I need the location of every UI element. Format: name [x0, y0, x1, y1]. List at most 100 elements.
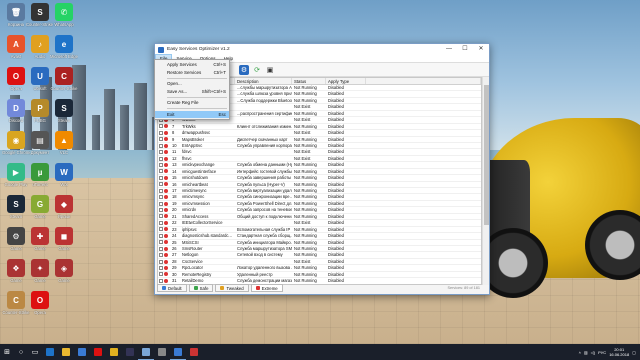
row-checkbox[interactable] — [158, 130, 170, 135]
refresh-icon[interactable]: ⟳ — [252, 65, 262, 75]
desktop-icon[interactable]: ✆ WhatsApp — [50, 3, 78, 27]
minimize-button[interactable]: — — [441, 44, 457, 55]
row-checkbox[interactable] — [158, 207, 170, 213]
checkbox[interactable] — [159, 195, 163, 200]
row-checkbox[interactable] — [158, 246, 170, 251]
row-checkbox[interactable] — [158, 265, 170, 270]
checkbox[interactable] — [159, 175, 163, 180]
tab-tweaked[interactable]: Tweaked — [215, 284, 249, 292]
checkbox[interactable] — [159, 130, 163, 135]
row-checkbox[interactable] — [158, 188, 170, 193]
checkbox[interactable] — [159, 201, 163, 206]
menu-item-create-reg-file[interactable]: Create Reg File — [155, 99, 229, 107]
row-checkbox[interactable] — [158, 169, 170, 174]
apply-icon[interactable]: ⚙ — [239, 64, 249, 75]
checkbox[interactable] — [159, 182, 163, 187]
menu-item-open[interactable]: Open... — [155, 80, 229, 88]
row-checkbox[interactable] — [158, 252, 170, 258]
tab-safe[interactable]: Safe — [188, 284, 214, 292]
taskbar-app-app[interactable] — [170, 344, 186, 360]
checkbox[interactable] — [159, 278, 163, 283]
row-checkbox[interactable] — [158, 278, 170, 283]
checkbox[interactable] — [159, 246, 163, 251]
taskbar-app-app[interactable] — [154, 344, 170, 360]
checkbox[interactable] — [159, 265, 163, 270]
row-checkbox[interactable] — [158, 233, 170, 238]
row-checkbox[interactable] — [158, 214, 170, 219]
checkbox[interactable] — [159, 272, 163, 277]
row-checkbox[interactable] — [158, 194, 170, 200]
desktop-icon[interactable]: ◈ Game — [50, 259, 78, 283]
row-checkbox[interactable] — [158, 259, 170, 264]
task-view-button[interactable]: ▭ — [28, 344, 42, 360]
menu-item-apply-services[interactable]: Apply Services Ctrl+S — [155, 61, 229, 69]
column-header-description[interactable]: Description — [235, 78, 292, 84]
checkbox[interactable] — [159, 233, 163, 238]
taskbar-app-explorer[interactable] — [58, 344, 74, 360]
checkbox[interactable] — [159, 188, 163, 193]
checkbox[interactable] — [159, 253, 163, 258]
taskbar-app-chrome[interactable] — [106, 344, 122, 360]
row-checkbox[interactable] — [158, 137, 170, 142]
scrollbar-thumb[interactable] — [484, 85, 489, 225]
checkbox[interactable] — [159, 162, 163, 167]
checkbox[interactable] — [159, 227, 163, 232]
vertical-scrollbar[interactable] — [482, 77, 489, 285]
desktop-icon[interactable]: O Opera — [26, 291, 54, 315]
checkbox[interactable] — [159, 143, 163, 148]
row-checkbox[interactable] — [158, 201, 170, 206]
desktop-icon[interactable]: ▲ VLC — [50, 131, 78, 155]
menu-item-save-as[interactable]: Save As... Shift+Ctrl+S — [155, 88, 229, 96]
network-icon[interactable]: ▥ — [584, 350, 588, 355]
taskbar-app-edge[interactable] — [42, 344, 58, 360]
checkbox[interactable] — [159, 137, 163, 142]
menu-item-restore-services[interactable]: Restore Services Ctrl+T — [155, 69, 229, 77]
save-icon[interactable]: ▣ — [265, 65, 275, 75]
checkbox[interactable] — [159, 208, 163, 213]
taskbar-app-app[interactable] — [186, 344, 202, 360]
tab-extreme[interactable]: Extreme — [250, 284, 283, 292]
row-checkbox[interactable] — [158, 175, 170, 180]
taskbar-app-opera[interactable] — [90, 344, 106, 360]
row-checkbox[interactable] — [158, 220, 170, 225]
tray-arrow-icon[interactable]: ˄ — [579, 350, 581, 355]
desktop-icon[interactable]: ◼ Game — [50, 227, 78, 251]
menu-item-exit[interactable]: Exit Esc — [155, 110, 229, 118]
desktop-icon[interactable]: W Wot — [50, 163, 78, 187]
desktop-icon[interactable]: e Microsoft Edge — [50, 35, 78, 59]
language-indicator[interactable]: РУС — [598, 350, 606, 355]
maximize-button[interactable]: ☐ — [457, 44, 473, 55]
row-checkbox[interactable] — [158, 162, 170, 167]
row-checkbox[interactable] — [158, 156, 170, 161]
checkbox[interactable] — [159, 124, 163, 129]
checkbox[interactable] — [159, 156, 163, 161]
column-header-apply-type[interactable]: Apply Type — [326, 78, 366, 84]
row-checkbox[interactable] — [158, 182, 170, 187]
volume-icon[interactable]: ◁) — [591, 350, 595, 355]
notifications-icon[interactable]: ▢ — [632, 350, 636, 355]
checkbox[interactable] — [159, 169, 163, 174]
checkbox[interactable] — [159, 259, 163, 264]
row-checkbox[interactable] — [158, 143, 170, 148]
column-header-status[interactable]: Status — [292, 78, 326, 84]
desktop-icon[interactable]: C Counter-Strike — [50, 67, 78, 91]
tab-default[interactable]: Default — [157, 284, 187, 292]
taskbar-app-app[interactable] — [138, 344, 154, 360]
desktop-icon[interactable]: S Steam — [50, 99, 78, 123]
search-button[interactable]: ○ — [14, 344, 28, 360]
taskbar-app-store[interactable] — [74, 344, 90, 360]
close-button[interactable]: ✕ — [473, 44, 489, 55]
row-checkbox[interactable] — [158, 227, 170, 232]
row-checkbox[interactable] — [158, 149, 170, 155]
checkbox[interactable] — [159, 240, 163, 245]
start-button[interactable]: ⊞ — [0, 344, 14, 360]
row-checkbox[interactable] — [158, 240, 170, 245]
checkbox[interactable] — [159, 150, 163, 155]
checkbox[interactable] — [159, 220, 163, 225]
checkbox[interactable] — [159, 214, 163, 219]
title-bar[interactable]: Easy Services Optimizer v1.2 — ☐ ✕ — [155, 44, 489, 55]
row-checkbox[interactable] — [158, 272, 170, 277]
clock[interactable]: 20:01 16.06.2018 — [609, 347, 629, 357]
row-checkbox[interactable] — [158, 124, 170, 129]
desktop-icon[interactable]: ◆ Ярлык — [50, 195, 78, 219]
